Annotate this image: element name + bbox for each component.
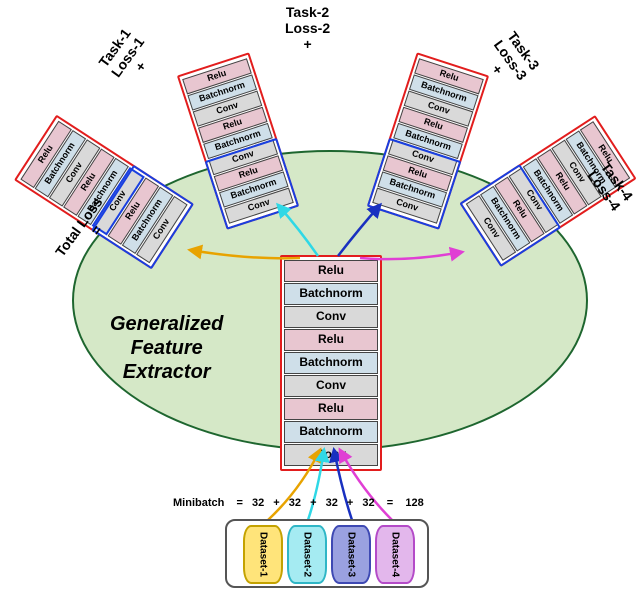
layer: Conv [284,444,378,466]
minibatch-label: Minibatch [173,497,224,509]
layer: Batchnorm [284,421,378,443]
dataset-4: Dataset-4 [375,525,415,584]
dataset-label: Dataset-4 [390,532,401,577]
dataset-1: Dataset-1 [243,525,283,584]
layer: Batchnorm [284,352,378,374]
layer: Relu [284,260,378,282]
center-block: Relu Batchnorm Conv Relu Batchnorm Conv … [280,255,382,471]
datasets-container: Dataset-1 Dataset-2 Dataset-3 Dataset-4 [225,519,429,588]
task1-label: Task-1 Loss-1 + [95,25,160,90]
mb-total: 128 [405,497,423,509]
dataset-3: Dataset-3 [331,525,371,584]
generalized-feature-extractor-label: GeneralizedFeatureExtractor [110,312,223,384]
dataset-label: Dataset-3 [346,532,357,577]
mb-val: 32 [326,497,338,509]
dataset-label: Dataset-1 [258,532,269,577]
dataset-label: Dataset-2 [302,532,313,577]
layer: Conv [284,306,378,328]
mb-val: 32 [252,497,264,509]
gfe-text: GeneralizedFeatureExtractor [110,313,223,383]
layer: Relu [284,398,378,420]
layer: Relu [284,329,378,351]
dataset-2: Dataset-2 [287,525,327,584]
plus-icon: + [303,36,311,52]
center-layers: Relu Batchnorm Conv Relu Batchnorm Conv … [284,259,378,467]
mb-val: 32 [289,497,301,509]
mb-val: 32 [362,497,374,509]
plus-icon: + [489,61,507,77]
task2-label: Task-2 Loss-2 + [285,4,330,52]
task-text: Task-2 [286,4,329,20]
equals-sign: = [236,497,242,509]
minibatch-line: Minibatch = 32 + 32 + 32 + 32 = 128 [170,497,427,509]
equals-sign: = [387,497,393,509]
plus-icon: + [273,497,279,509]
layer: Batchnorm [284,283,378,305]
plus-icon: + [132,58,150,74]
task3-label: Task-3 Loss-3 + [478,28,543,93]
plus-icon: + [347,497,353,509]
plus-icon: + [310,497,316,509]
layer: Conv [284,375,378,397]
loss-text: Loss-2 [285,20,330,36]
